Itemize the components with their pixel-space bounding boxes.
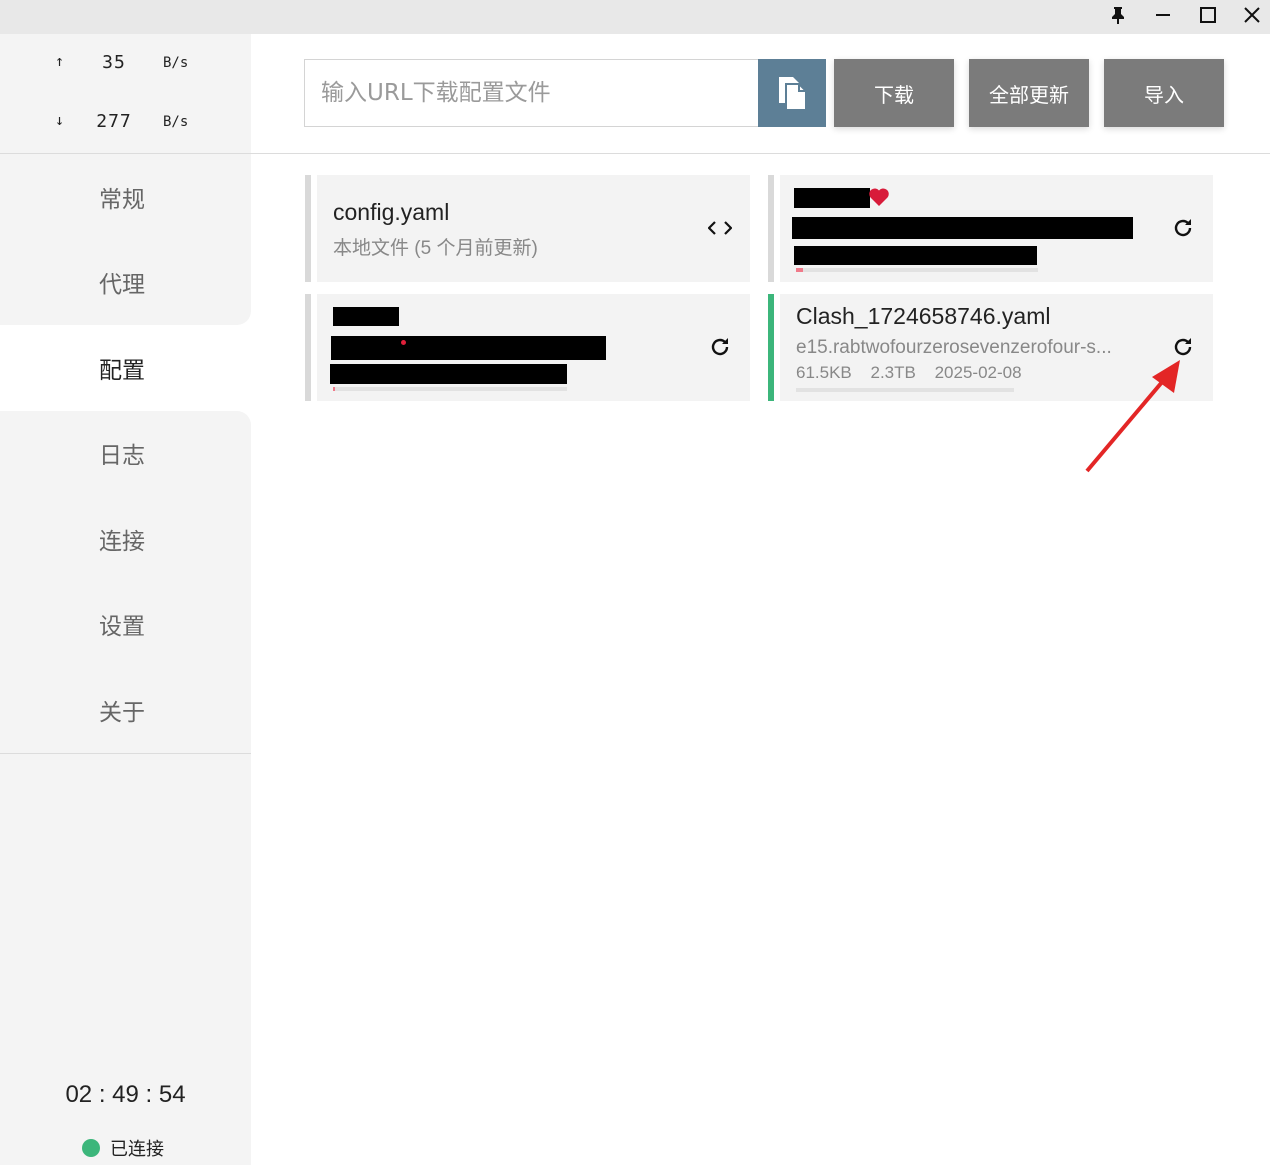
nav-item-connections[interactable]: 连接 <box>0 496 251 582</box>
sidebar: ↑ 35 B/s ↓ 277 B/s 常规 代理 配置 日志 连接 设置 关于 … <box>0 34 251 1165</box>
download-unit: B/s <box>163 114 189 130</box>
pin-icon[interactable] <box>1095 0 1141 30</box>
url-input[interactable] <box>304 59 759 127</box>
refresh-icon <box>711 338 729 356</box>
card-indicator <box>768 175 774 282</box>
profile-card[interactable]: config.yaml 本地文件 (5 个月前更新) <box>305 175 750 282</box>
nav-item-label: 代理 <box>99 272 145 299</box>
traffic-panel: ↑ 35 B/s ↓ 277 B/s <box>0 34 251 154</box>
maximize-icon[interactable] <box>1185 0 1231 30</box>
redacted-title <box>794 188 870 208</box>
download-button[interactable]: 下载 <box>834 59 954 127</box>
nav-item-label: 日志 <box>99 443 145 470</box>
card-body <box>317 294 750 401</box>
profile-card[interactable] <box>305 294 750 401</box>
card-body: config.yaml 本地文件 (5 个月前更新) <box>317 175 750 282</box>
paste-button[interactable] <box>758 59 826 127</box>
nav-item-about[interactable]: 关于 <box>0 667 251 753</box>
upload-arrow-icon: ↑ <box>55 52 65 70</box>
heart-icon <box>869 188 889 206</box>
profiles-toolbar: 下载 全部更新 导入 <box>251 34 1270 154</box>
nav-item-label: 配置 <box>99 357 145 384</box>
update-profile-button[interactable] <box>1165 210 1201 246</box>
minimize-icon[interactable] <box>1140 0 1186 30</box>
redacted-meta <box>330 364 567 384</box>
card-indicator <box>305 175 311 282</box>
edit-code-button[interactable] <box>702 210 738 246</box>
download-value: 277 <box>96 111 132 132</box>
card-indicator <box>305 294 311 401</box>
update-all-button[interactable]: 全部更新 <box>969 59 1089 127</box>
profile-title: config.yaml <box>333 199 450 225</box>
download-arrow-icon: ↓ <box>55 111 65 129</box>
nav-item-label: 关于 <box>99 699 145 726</box>
nav-item-logs[interactable]: 日志 <box>0 410 251 496</box>
download-speed: ↓ 277 B/s <box>0 111 251 141</box>
red-dot-icon <box>401 340 406 345</box>
nav-item-label: 设置 <box>99 614 145 641</box>
close-icon[interactable] <box>1229 0 1270 30</box>
nav-menu: 常规 代理 配置 日志 连接 设置 关于 <box>0 154 251 753</box>
card-body <box>780 175 1213 282</box>
profile-size: 61.5KB <box>796 363 852 382</box>
redacted-title <box>333 307 399 326</box>
update-profile-button[interactable] <box>702 329 738 365</box>
nav-item-label: 常规 <box>99 186 145 213</box>
paste-icon <box>779 77 807 111</box>
redacted-subtitle <box>792 217 1133 239</box>
nav-item-settings[interactable]: 设置 <box>0 582 251 668</box>
usage-progress <box>796 388 1014 392</box>
nav-item-general[interactable]: 常规 <box>0 154 251 240</box>
usage-progress <box>333 387 567 391</box>
nav-item-label: 连接 <box>99 528 145 555</box>
connection-status: 已连接 <box>82 1135 164 1161</box>
profile-expire: 2025-02-08 <box>934 363 1022 382</box>
status-label: 已连接 <box>110 1139 164 1160</box>
divider <box>0 753 251 754</box>
nav-item-profiles[interactable]: 配置 <box>0 325 251 411</box>
import-button[interactable]: 导入 <box>1104 59 1224 127</box>
code-icon <box>708 221 732 235</box>
refresh-icon <box>1174 219 1192 237</box>
profile-card[interactable] <box>768 175 1213 282</box>
redacted-subtitle <box>331 336 606 360</box>
uptime-clock: 02 : 49 : 54 <box>65 1081 186 1108</box>
upload-value: 35 <box>102 52 126 73</box>
status-dot-icon <box>82 1139 100 1157</box>
profile-total: 2.3TB <box>870 363 916 382</box>
card-indicator <box>768 294 774 401</box>
usage-progress <box>796 268 1038 272</box>
upload-speed: ↑ 35 B/s <box>0 52 251 82</box>
annotation-arrow-icon <box>1085 360 1180 473</box>
redacted-meta <box>794 246 1037 265</box>
profile-subtitle: 本地文件 (5 个月前更新) <box>333 238 538 259</box>
profile-meta: 61.5KB 2.3TB 2025-02-08 <box>796 363 1036 383</box>
profile-title: Clash_1724658746.yaml <box>796 303 1051 329</box>
title-bar <box>0 0 1270 34</box>
upload-unit: B/s <box>163 55 189 71</box>
nav-item-proxy[interactable]: 代理 <box>0 239 251 325</box>
